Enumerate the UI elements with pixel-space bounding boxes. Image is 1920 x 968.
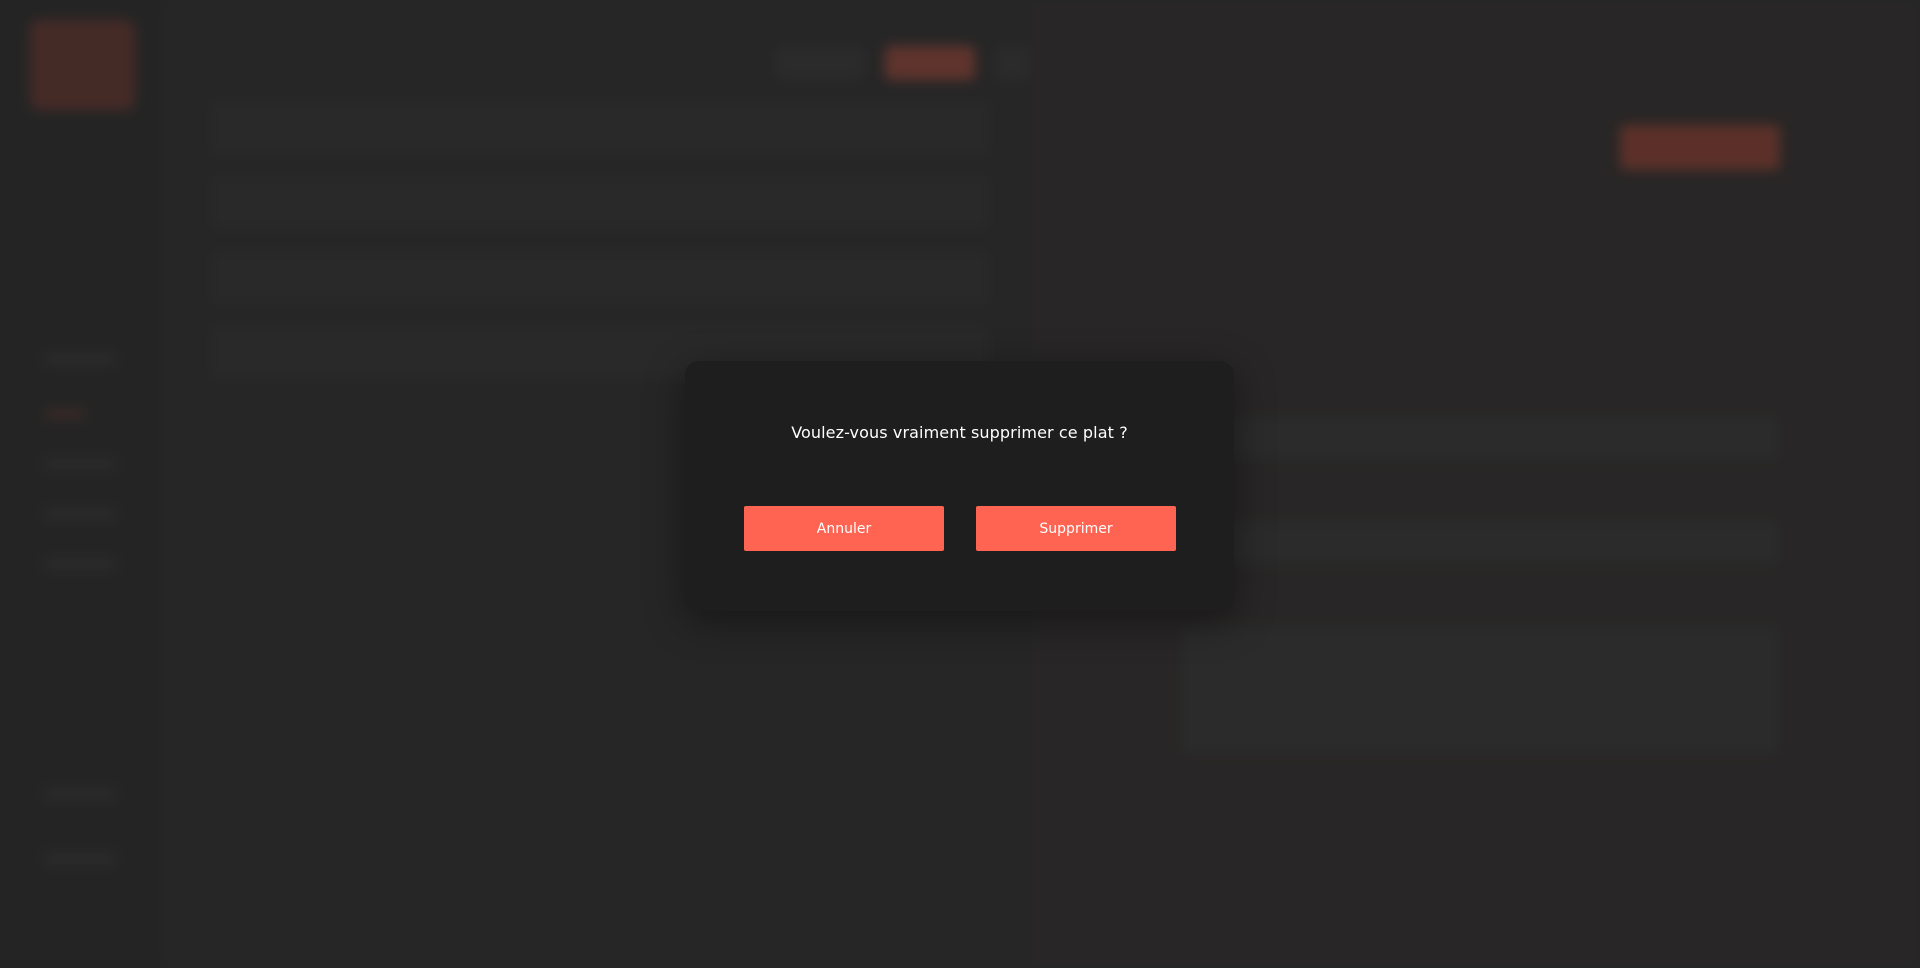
delete-button[interactable]: Supprimer <box>976 506 1176 551</box>
confirm-delete-dialog: Voulez-vous vraiment supprimer ce plat ?… <box>685 361 1234 611</box>
cancel-button[interactable]: Annuler <box>744 506 944 551</box>
dialog-message: Voulez-vous vraiment supprimer ce plat ? <box>791 423 1128 442</box>
app-page: Voulez-vous vraiment supprimer ce plat ?… <box>0 0 1920 968</box>
